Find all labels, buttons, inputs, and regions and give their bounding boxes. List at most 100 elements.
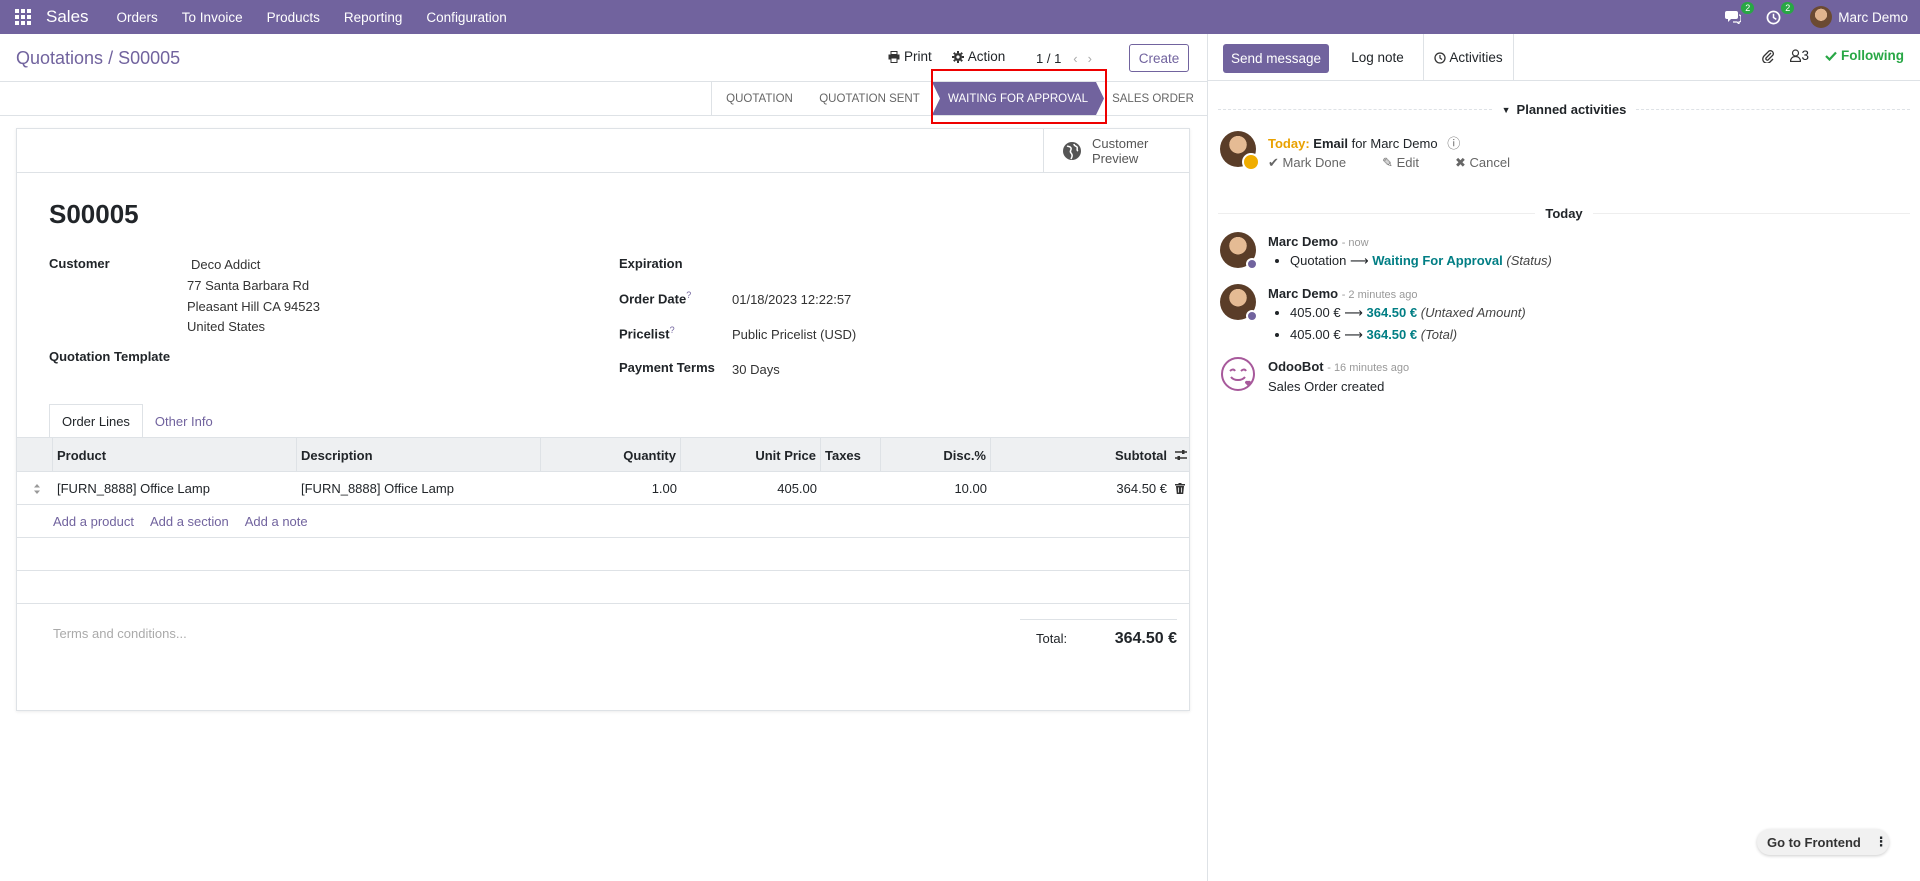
arrow-icon: ⟶ — [1350, 253, 1369, 268]
pricelist-field[interactable]: Public Pricelist (USD) — [732, 327, 856, 342]
menu-orders[interactable]: Orders — [117, 10, 158, 25]
payment-terms-field[interactable]: 30 Days — [732, 362, 780, 377]
info-icon[interactable]: ⓘ — [1447, 136, 1460, 151]
following-button[interactable]: Following — [1825, 48, 1904, 63]
pricelist-label: Pricelist? — [619, 325, 675, 341]
message-time: - 16 minutes ago — [1327, 362, 1410, 374]
mark-done-label: Mark Done — [1282, 155, 1347, 170]
tab-other-info[interactable]: Other Info — [143, 404, 225, 438]
table-row[interactable]: [FURN_8888] Office Lamp [FURN_8888] Offi… — [17, 472, 1189, 505]
app-brand[interactable]: Sales — [46, 7, 89, 27]
activity-actions: ✔ Mark Done ✎ Edit ✖ Cancel — [1268, 155, 1546, 171]
message-time: - now — [1341, 237, 1369, 249]
empty-row — [17, 571, 1189, 604]
activity-assignee: for Marc Demo — [1351, 136, 1438, 151]
mark-done-button[interactable]: ✔ Mark Done — [1268, 155, 1364, 171]
field-name: (Total) — [1420, 327, 1458, 342]
customer-field[interactable]: Deco Addict — [191, 257, 260, 272]
more-options-icon[interactable]: ⋮ — [1868, 829, 1894, 855]
pager-value[interactable]: 1 / 1 — [1036, 51, 1061, 66]
create-button[interactable]: Create — [1129, 44, 1189, 72]
messaging-menu[interactable]: 2 — [1722, 2, 1755, 26]
pricelist-label-text: Pricelist — [619, 326, 670, 342]
col-taxes[interactable]: Taxes — [821, 438, 881, 472]
breadcrumb-parent[interactable]: Quotations — [16, 48, 103, 68]
address-line1: 77 Santa Barbara Rd — [187, 278, 310, 293]
print-button[interactable]: Print — [888, 49, 932, 64]
user-menu[interactable]: Marc Demo — [1810, 6, 1908, 28]
menu-reporting[interactable]: Reporting — [344, 10, 403, 25]
drag-handle-icon[interactable] — [29, 472, 49, 505]
cell-product[interactable]: [FURN_8888] Office Lamp — [53, 472, 297, 505]
apps-menu-icon[interactable] — [0, 0, 46, 34]
menu-to-invoice[interactable]: To Invoice — [182, 10, 243, 25]
address-line2: Pleasant Hill CA 94523 — [187, 299, 320, 314]
action-label: Action — [967, 49, 1006, 64]
pricelist-help[interactable]: ? — [670, 325, 675, 335]
header-handle — [17, 438, 53, 472]
col-subtotal[interactable]: Subtotal — [991, 438, 1171, 472]
log-note-button[interactable]: Log note — [1332, 34, 1424, 81]
order-date-field[interactable]: 01/18/2023 12:22:57 — [732, 292, 851, 307]
action-button[interactable]: Action — [951, 49, 1006, 64]
stage-quotation-sent[interactable]: QUOTATION SENT — [807, 82, 932, 115]
pager-prev-icon[interactable]: ‹ — [1073, 51, 1087, 66]
activity-menu[interactable]: 2 — [1762, 2, 1795, 26]
top-navbar: Sales Orders To Invoice Products Reporti… — [0, 0, 1920, 34]
message-item: Marc Demo - 2 minutes ago 405.00 € ⟶ 364… — [1268, 286, 1526, 349]
message-avatar — [1220, 284, 1258, 322]
add-section-link[interactable]: Add a section — [150, 514, 229, 529]
cell-quantity[interactable]: 1.00 — [541, 472, 681, 505]
menu-configuration[interactable]: Configuration — [426, 10, 506, 25]
add-note-link[interactable]: Add a note — [245, 514, 308, 529]
followers-button[interactable]: 3 — [1790, 48, 1809, 63]
message-author[interactable]: OdooBot — [1268, 359, 1324, 374]
status-dot — [1246, 310, 1258, 322]
cell-description[interactable]: [FURN_8888] Office Lamp — [297, 472, 541, 505]
stage-sales-order[interactable]: SALES ORDER — [1104, 82, 1202, 115]
print-label: Print — [904, 49, 932, 64]
col-discount[interactable]: Disc.% — [881, 438, 991, 472]
total-summary: Total: 364.50 € — [1020, 619, 1177, 648]
message-author[interactable]: Marc Demo — [1268, 286, 1338, 301]
menu-products[interactable]: Products — [267, 10, 320, 25]
notebook-tabs: Order Lines Other Info — [49, 404, 225, 438]
odoobot-avatar — [1220, 356, 1256, 392]
order-lines-table: Product Description Quantity Unit Price … — [17, 437, 1189, 604]
old-value: 405.00 € — [1290, 305, 1341, 320]
delete-row-icon[interactable] — [1171, 472, 1191, 505]
tab-order-lines[interactable]: Order Lines — [49, 404, 143, 438]
col-description[interactable]: Description — [297, 438, 541, 472]
control-panel: Quotations / S00005 Print Action 1 / 1 ‹… — [0, 34, 1207, 82]
cancel-activity-button[interactable]: ✖ Cancel — [1455, 155, 1528, 171]
email-icon — [1242, 153, 1260, 171]
order-date-help[interactable]: ? — [686, 290, 691, 300]
attachment-icon[interactable] — [1762, 49, 1775, 63]
activities-label: Activities — [1449, 50, 1503, 65]
cell-unit-price[interactable]: 405.00 — [681, 472, 821, 505]
stage-quotation[interactable]: QUOTATION — [711, 82, 807, 115]
optional-columns-icon[interactable] — [1171, 438, 1191, 472]
col-quantity[interactable]: Quantity — [541, 438, 681, 472]
edit-activity-button[interactable]: ✎ Edit — [1382, 155, 1437, 171]
customer-preview-button[interactable]: Customer Preview — [1043, 129, 1189, 173]
cell-discount[interactable]: 10.00 — [881, 472, 991, 505]
col-unit-price[interactable]: Unit Price — [681, 438, 821, 472]
planned-activities-toggle[interactable]: ▼ Planned activities — [1208, 102, 1920, 117]
new-value: Waiting For Approval — [1372, 253, 1503, 268]
message-time: - 2 minutes ago — [1341, 289, 1418, 301]
new-value: 364.50 € — [1366, 305, 1418, 320]
cell-taxes[interactable] — [821, 472, 881, 505]
add-product-link[interactable]: Add a product — [53, 514, 134, 529]
send-message-button[interactable]: Send message — [1223, 44, 1329, 73]
chatter-topbar: Send message Log note Activities 3 Follo… — [1208, 34, 1920, 81]
message-item: Marc Demo - now Quotation ⟶ Waiting For … — [1268, 234, 1552, 275]
terms-field[interactable]: Terms and conditions... — [53, 626, 187, 641]
col-product[interactable]: Product — [53, 438, 297, 472]
followers-count: 3 — [1801, 48, 1809, 63]
pager-next-icon[interactable]: › — [1088, 51, 1102, 66]
stage-waiting-for-approval[interactable]: WAITING FOR APPROVAL — [932, 82, 1104, 115]
expiration-field[interactable] — [732, 254, 1032, 274]
activities-button[interactable]: Activities — [1424, 34, 1514, 81]
message-author[interactable]: Marc Demo — [1268, 234, 1338, 249]
